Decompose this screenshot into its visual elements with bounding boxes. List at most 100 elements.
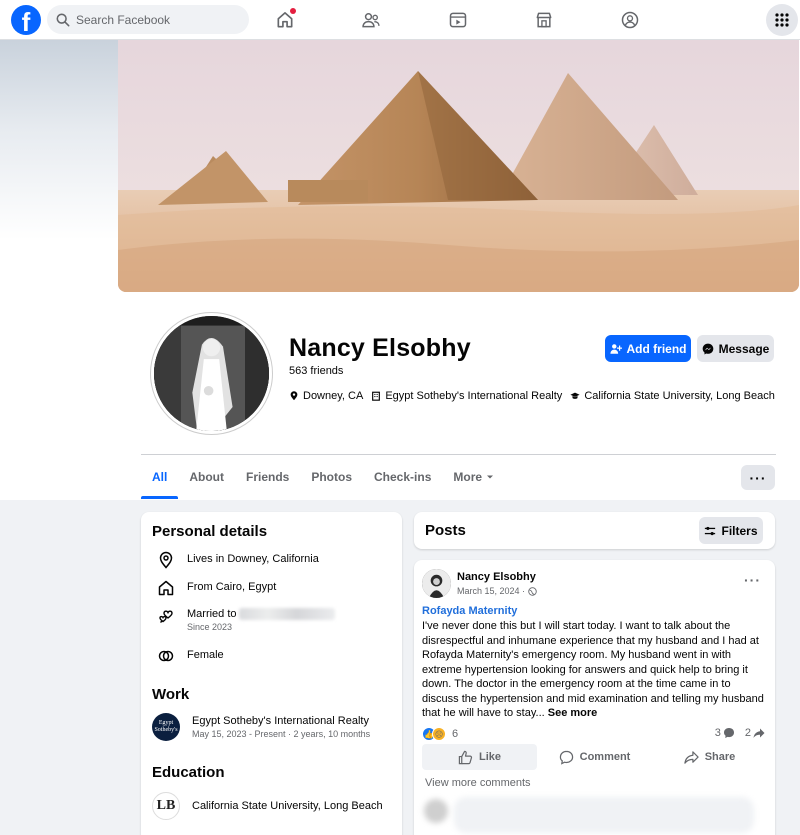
comment-count-text: 3 (714, 727, 721, 739)
menu-button[interactable] (766, 4, 798, 36)
top-navigation-bar: f (0, 0, 800, 40)
filters-button[interactable]: Filters (699, 517, 763, 544)
post-body-text: I've never done this but I will start to… (422, 620, 764, 719)
work-title: Work (152, 686, 190, 703)
relationship-row: Married to Since 2023 (157, 608, 335, 632)
married-since: Since 2023 (187, 622, 233, 633)
home-nav-button[interactable] (272, 7, 298, 33)
tab-label: All (152, 470, 168, 484)
employer-name[interactable]: Egypt Sotheby's International Realty (192, 715, 370, 727)
engagement-counts: 3 2 (715, 727, 765, 739)
education-title: Education (152, 764, 225, 781)
post-author-name[interactable]: Nancy Elsobhy (457, 571, 536, 583)
author-photo (422, 569, 451, 598)
search-icon (56, 13, 70, 26)
education-row: LB California State University, Long Bea… (152, 792, 383, 820)
sothebys-logo[interactable]: Egypt Sotheby's (152, 713, 180, 741)
profile-intro-row: Downey, CA Egypt Sotheby's International… (289, 390, 775, 402)
tab-photos[interactable]: Photos (300, 455, 363, 499)
personal-details-title: Personal details (152, 523, 268, 540)
share-count[interactable]: 2 (745, 727, 765, 739)
facebook-logo[interactable]: f (11, 5, 41, 35)
lives-in-text: Lives in Downey, California (187, 553, 319, 565)
friends-count[interactable]: 563 friends (289, 365, 343, 377)
friends-nav-button[interactable] (358, 7, 384, 33)
posts-title: Posts (425, 522, 466, 539)
caret-down-icon (487, 475, 494, 479)
school-name[interactable]: California State University, Long Beach (192, 800, 383, 812)
gender-row: Female (157, 647, 224, 665)
share-icon (684, 750, 699, 764)
tab-check-ins[interactable]: Check-ins (363, 455, 442, 499)
tab-all[interactable]: All (141, 455, 179, 499)
view-more-comments-link[interactable]: View more comments (425, 777, 531, 789)
location-pin-icon (290, 391, 298, 401)
post-timestamp[interactable]: March 15, 2024 · (457, 586, 537, 596)
post-date-text: March 15, 2024 · (457, 586, 526, 596)
post-author-avatar[interactable] (422, 569, 451, 598)
notification-dot (290, 8, 296, 14)
add-friend-label: Add friend (626, 341, 687, 356)
share-arrow-icon (753, 728, 765, 738)
hearts-icon (159, 610, 173, 623)
home-icon (158, 580, 174, 596)
share-count-text: 2 (744, 727, 751, 739)
gender-icon (158, 650, 174, 662)
lives-in-row: Lives in Downey, California (157, 551, 319, 569)
profile-name: Nancy Elsobhy (289, 334, 471, 362)
globe-icon (528, 586, 537, 596)
like-button[interactable]: Like (422, 744, 537, 770)
cover-photo[interactable] (118, 40, 799, 292)
see-more-link[interactable]: See more (548, 707, 598, 719)
video-nav-button[interactable] (445, 7, 471, 33)
workplace-item: Egypt Sotheby's International Realty (371, 390, 562, 402)
tab-friends[interactable]: Friends (235, 455, 300, 499)
groups-icon (621, 11, 639, 29)
marketplace-nav-button[interactable] (531, 7, 557, 33)
work-period: May 15, 2023 - Present · 2 years, 10 mon… (192, 729, 371, 739)
add-person-icon (609, 343, 622, 354)
blurred-comment (422, 795, 754, 835)
workplace-text[interactable]: Egypt Sotheby's International Realty (385, 390, 562, 402)
tab-label: Check-ins (374, 470, 432, 484)
groups-nav-button[interactable] (617, 7, 643, 33)
search-box[interactable] (47, 5, 249, 34)
tab-more[interactable]: More (442, 455, 505, 499)
share-button[interactable]: Share (652, 744, 767, 770)
tagged-page-link[interactable]: Rofayda Maternity (422, 605, 517, 617)
message-button[interactable]: Message (697, 335, 774, 362)
messenger-icon (702, 343, 713, 354)
school-text[interactable]: California State University, Long Beach (584, 390, 775, 402)
share-label: Share (704, 751, 736, 763)
location-pin-icon (159, 551, 173, 569)
message-label: Message (718, 341, 770, 356)
post-action-bar: Like Comment Share (422, 744, 767, 770)
graduation-cap-icon (570, 392, 580, 399)
tab-label: Friends (246, 470, 290, 484)
gender-text: Female (187, 649, 224, 661)
blurred-comment-bubble (454, 797, 754, 833)
thumbs-up-icon (458, 750, 473, 764)
pyramids-image (118, 40, 799, 292)
profile-options-button[interactable]: ··· (741, 465, 775, 490)
work-row: Egypt Sotheby's Egypt Sotheby's Internat… (152, 713, 370, 741)
friends-icon (362, 13, 380, 28)
comment-bubble-icon (723, 728, 734, 738)
video-icon (449, 12, 467, 28)
location-text: Downey, CA (303, 390, 364, 402)
building-icon (372, 391, 381, 401)
csulb-logo[interactable]: LB (152, 792, 180, 820)
tab-about[interactable]: About (178, 455, 235, 499)
filters-label: Filters (721, 523, 758, 538)
like-label: Like (478, 751, 501, 763)
profile-picture[interactable] (151, 313, 272, 434)
add-friend-button[interactable]: Add friend (605, 335, 691, 362)
reaction-summary[interactable]: 👍 ☹ 6 (422, 727, 458, 741)
post-options-button[interactable]: ··· (744, 572, 761, 588)
sad-reaction-icon: ☹ (432, 727, 446, 741)
comment-count[interactable]: 3 (715, 727, 735, 739)
search-input[interactable] (76, 12, 246, 27)
tab-label: About (189, 470, 224, 484)
posts-header: Posts Filters (414, 512, 775, 549)
comment-button[interactable]: Comment (537, 744, 652, 770)
